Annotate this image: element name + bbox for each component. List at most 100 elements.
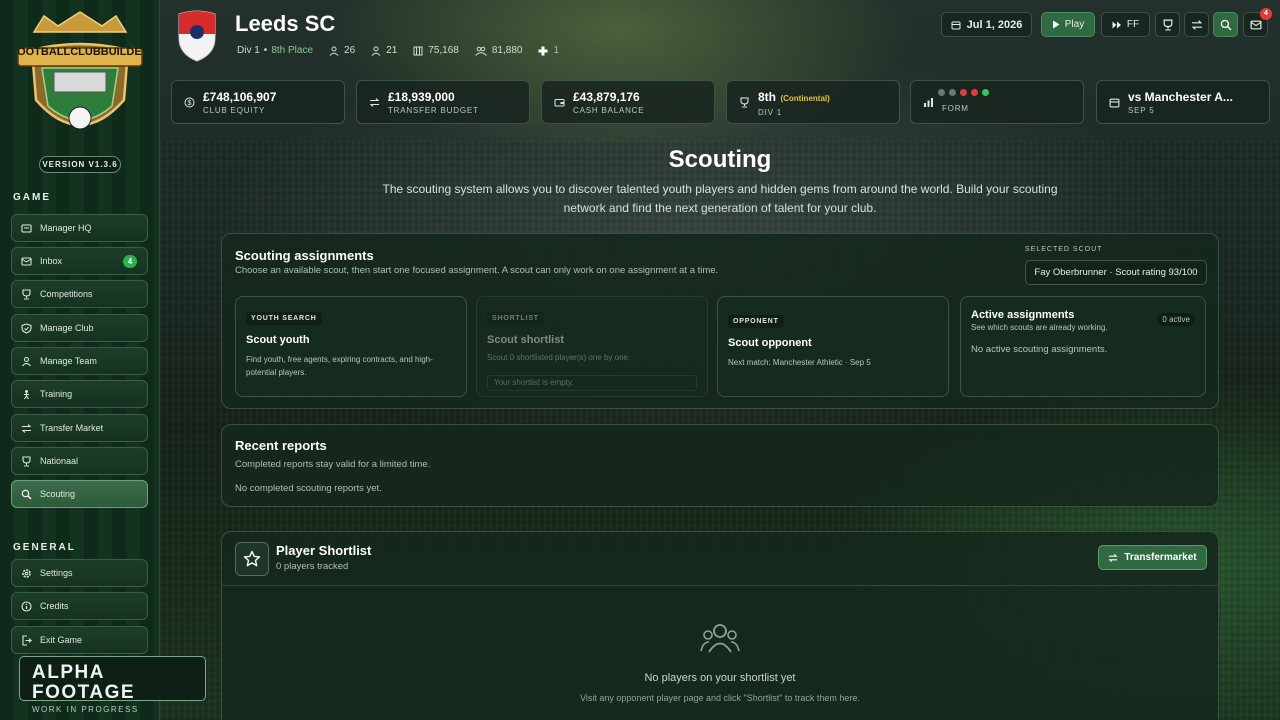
sidebar-item-inbox[interactable]: Inbox 4 <box>11 247 148 275</box>
svg-text:$: $ <box>188 100 192 107</box>
form-dot <box>938 89 945 96</box>
page-description: The scouting system allows you to discov… <box>382 182 1058 215</box>
gear-icon <box>21 568 32 579</box>
club-meta: Div 1 • 8th Place 26 21 75,168 81,880 1 <box>237 45 559 56</box>
form-dot <box>982 89 989 96</box>
form-dot <box>971 89 978 96</box>
current-date-button[interactable]: Jul 1, 2026 <box>941 12 1032 37</box>
sidebar-item-exit-game[interactable]: Exit Game <box>11 626 148 654</box>
player-shortlist-panel: Player Shortlist 0 players tracked Trans… <box>221 531 1219 720</box>
trophy-icon <box>21 288 32 300</box>
sidebar-item-label: Manager HQ <box>40 223 92 233</box>
stat-value: £43,879,176 <box>573 89 640 104</box>
sidebar-item-label: Credits <box>40 601 69 611</box>
inbox-icon <box>21 256 32 267</box>
coin-icon: $ <box>184 97 195 108</box>
wallet-icon <box>554 97 565 108</box>
next-match-card[interactable]: vs Manchester A... SEP 5 <box>1096 80 1270 124</box>
recent-reports-panel: Recent reports Completed reports stay va… <box>221 424 1219 507</box>
chart-icon <box>923 97 934 108</box>
manager-hq-icon <box>21 223 32 234</box>
search-icon <box>1220 19 1231 30</box>
transfers-shortcut-button[interactable] <box>1184 12 1209 37</box>
separator-dot: • <box>263 45 268 56</box>
play-label: Play <box>1064 19 1085 30</box>
stat-label: FORM <box>942 103 969 113</box>
transfer-budget-card: £18,939,000 TRANSFER BUDGET <box>356 80 530 124</box>
stat-label: SEP 5 <box>1128 105 1155 115</box>
sidebar-item-label: Exit Game <box>40 635 83 645</box>
card-text: Scout 0 shortlisted player(s) one by one… <box>487 353 631 362</box>
users-icon <box>700 624 740 653</box>
staff-icon <box>371 46 381 56</box>
exit-icon <box>21 634 32 646</box>
sidebar-item-manage-team[interactable]: Manage Team <box>11 347 148 375</box>
sidebar-item-credits[interactable]: Credits <box>11 592 148 620</box>
reports-empty-text: No completed scouting reports yet. <box>235 483 382 494</box>
sidebar-item-manager-hq[interactable]: Manager HQ <box>11 214 148 242</box>
team-icon <box>329 46 339 56</box>
form-dots <box>938 89 989 96</box>
scouting-assignments-panel: Scouting assignments Choose an available… <box>221 233 1219 409</box>
calendar-icon <box>1109 97 1120 108</box>
card-title: Scout youth <box>246 334 310 346</box>
sidebar-item-label: Settings <box>40 568 73 578</box>
svg-text:FOOTBALLCLUBBUILDER: FOOTBALLCLUBBUILDER <box>18 46 142 58</box>
sidebar-item-training[interactable]: Training <box>11 380 148 408</box>
stat-value: vs Manchester A... <box>1128 89 1233 104</box>
selected-scout-label: SELECTED SCOUT <box>1025 246 1103 253</box>
medical-stat: 1 <box>538 45 559 56</box>
cash-balance-card: £43,879,176 CASH BALANCE <box>541 80 715 124</box>
selected-scout-select[interactable]: Fay Oberbrunner · Scout rating 93/100 <box>1025 260 1207 285</box>
transfermarket-button[interactable]: Transfermarket <box>1098 545 1207 570</box>
panel-title: Player Shortlist <box>276 543 372 558</box>
sidebar-item-label: Transfer Market <box>40 423 104 433</box>
sidebar-item-competitions[interactable]: Competitions <box>11 280 148 308</box>
transfer-icon <box>21 423 32 434</box>
medical-cross-icon <box>538 46 548 55</box>
sidebar-item-settings[interactable]: Settings <box>11 559 148 587</box>
form-card: FORM <box>910 80 1084 124</box>
fast-forward-button[interactable]: FF <box>1101 12 1150 37</box>
brand-text: FOOTBALLCLUBBUILDER <box>18 46 142 58</box>
league-position-card: 8th (Continental) DIV 1 <box>726 80 900 124</box>
scout-youth-card[interactable]: YOUTH SEARCH Scout youth Find youth, fre… <box>235 296 467 397</box>
sidebar-item-label: Competitions <box>40 289 93 299</box>
alpha-subtitle: WORK IN PROGRESS <box>32 705 139 714</box>
panel-title: Recent reports <box>235 438 327 453</box>
mail-icon <box>1249 20 1262 29</box>
section-title-game: GAME <box>13 192 51 203</box>
trophy-icon <box>1163 18 1172 30</box>
active-empty-text: No active scouting assignments. <box>971 343 1108 355</box>
trophy-icon <box>21 455 32 467</box>
sidebar-item-label: Nationaal <box>40 456 79 466</box>
search-button[interactable] <box>1213 12 1238 37</box>
play-button[interactable]: Play <box>1041 12 1095 37</box>
stat-label: TRANSFER BUDGET <box>388 105 479 115</box>
scout-opponent-card[interactable]: OPPONENT Scout opponent Next match: Manc… <box>717 296 949 397</box>
sidebar: FOOTBALLCLUBBUILDER VERSION V1.3.6 GAME … <box>0 0 160 720</box>
card-text: Next match: Manchester Athletic · Sep 5 <box>728 358 871 367</box>
card-tag: YOUTH SEARCH <box>246 312 322 325</box>
button-label: Transfermarket <box>1124 552 1197 563</box>
sidebar-item-manage-club[interactable]: Manage Club <box>11 314 148 342</box>
club-name: Leeds SC <box>235 11 336 36</box>
stat-value: 8th <box>758 89 776 104</box>
shortlist-empty-title: No players on your shortlist yet <box>644 672 796 684</box>
form-dot <box>949 89 956 96</box>
stat-label: CASH BALANCE <box>573 105 645 115</box>
sidebar-item-transfer-market[interactable]: Transfer Market <box>11 414 148 442</box>
fans-stat: 81,880 <box>475 45 522 56</box>
sidebar-item-nationaal[interactable]: Nationaal <box>11 447 148 475</box>
date-label: Jul 1, 2026 <box>966 18 1023 31</box>
stat-value: £18,939,000 <box>388 89 455 104</box>
fast-forward-icon <box>1112 21 1121 28</box>
stat-label: CLUB EQUITY <box>203 105 266 115</box>
competitions-shortcut-button[interactable] <box>1155 12 1180 37</box>
sidebar-item-scouting[interactable]: Scouting <box>11 480 148 508</box>
sidebar-item-label: Inbox <box>40 256 63 266</box>
scout-shortlist-card[interactable]: SHORTLIST Scout shortlist Scout 0 shortl… <box>476 296 708 397</box>
alpha-title: ALPHA FOOTAGE <box>32 662 136 703</box>
play-icon <box>1052 20 1060 29</box>
active-count-pill: 0 active <box>1157 313 1195 326</box>
